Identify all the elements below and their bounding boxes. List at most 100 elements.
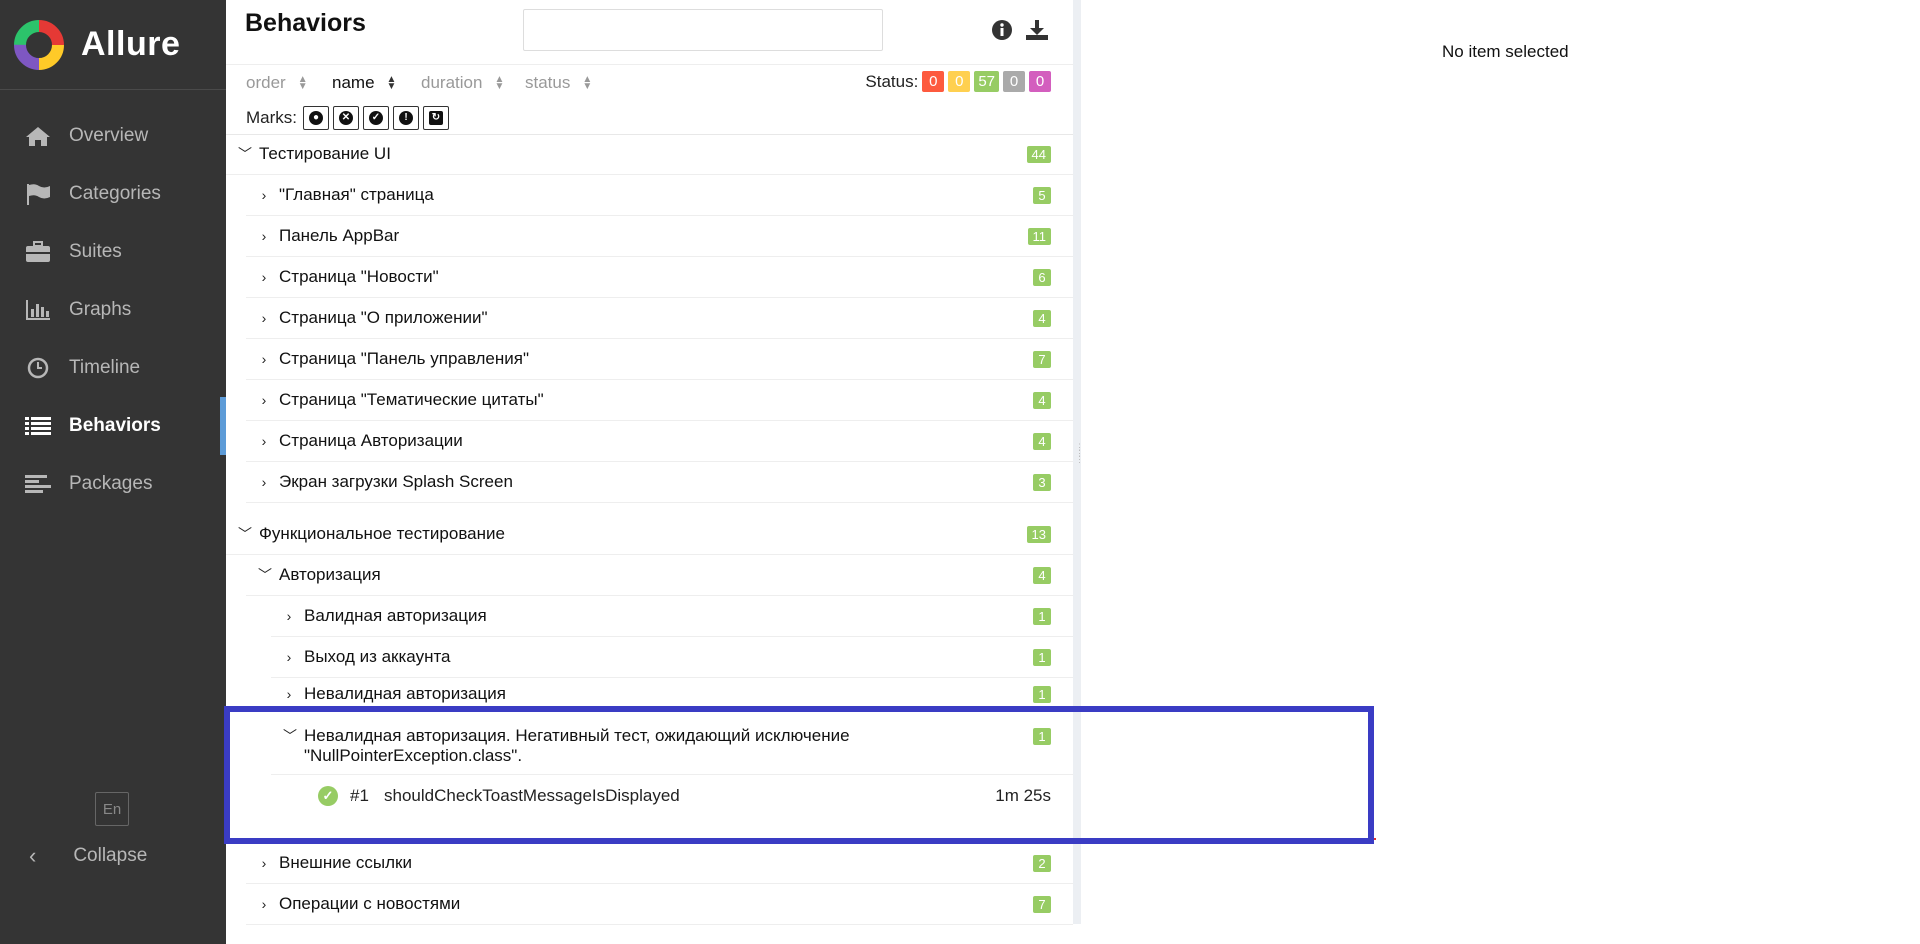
tree-row[interactable]: › Страница "Панель управления" 7 [246,339,1073,380]
count-badge: 1 [1033,607,1051,625]
tree-row[interactable]: ﹀ Авторизация 4 [246,555,1073,596]
sidebar-item-timeline[interactable]: Timeline [0,339,226,397]
chevron-right-icon: › [261,855,267,871]
sidebar: Allure Overview Categories Suites Graphs [0,0,226,944]
chevron-right-icon: › [261,310,267,326]
tree-group-row[interactable]: ﹀ Функциональное тестирование 13 [226,514,1073,555]
flag-icon [23,182,53,206]
status-failed-toggle[interactable]: 0 [922,71,945,92]
count-badge: 2 [1033,854,1051,872]
marks-toggles: ● ✕ ✓ ! ↻ [303,106,453,130]
tree-row[interactable]: › Операции с новостями 7 [246,884,1073,925]
count-badge: 7 [1033,350,1051,368]
chevron-right-icon: › [261,187,267,203]
tree-row[interactable]: › Выход из аккаунта 1 [271,637,1073,678]
status-passed-toggle[interactable]: 57 [974,71,999,92]
mark-new-failed-toggle[interactable]: ✕ [333,106,359,130]
count-badge: 11 [1027,227,1051,245]
mark-new-broken-toggle[interactable]: ! [393,106,419,130]
count-badge: 3 [1033,473,1051,491]
bomb-icon: ● [309,111,323,125]
sidebar-item-label: Behaviors [69,415,161,436]
row-label: Операции с новостями [279,894,461,913]
sidebar-item-label: Graphs [69,299,132,320]
selection-underline [230,838,1376,840]
row-label: Внешние ссылки [279,853,412,872]
tree-row-expanded[interactable]: ﹀ Невалидная авторизация. Негативный тес… [271,722,1073,775]
pane-header: Behaviors [226,0,1073,65]
count-badge: 4 [1033,566,1051,584]
tree-row[interactable]: › Невалидная авторизация 1 [271,678,1073,711]
count-badge: 4 [1033,432,1051,450]
page-title: Behaviors [245,9,366,37]
tree-row[interactable]: › Валидная авторизация 1 [271,596,1073,637]
sidebar-nav: Overview Categories Suites Graphs Timeli… [0,107,226,513]
status-skipped-toggle[interactable]: 0 [1003,71,1025,92]
sort-status-label: status [525,73,571,92]
sort-arrows-icon: ▲ ▼ [494,74,505,92]
sort-duration[interactable]: duration ▲ ▼ [421,73,504,93]
status-unknown-toggle[interactable]: 0 [1029,71,1051,92]
chevron-right-icon: › [286,649,292,665]
row-label: Панель AppBar [279,226,400,245]
chevron-right-icon: › [286,608,292,624]
test-name: shouldCheckToastMessageIsDisplayed [384,786,680,805]
count-badge: 13 [1026,525,1051,543]
group-label: Функциональное тестирование [259,524,505,543]
sidebar-item-graphs[interactable]: Graphs [0,281,226,339]
tree-row[interactable]: › Страница Авторизации 4 [246,421,1073,462]
sidebar-item-categories[interactable]: Categories [0,165,226,223]
list-icon [23,414,53,438]
sort-name-label: name [332,73,375,92]
status-filter: Status: 0 0 57 0 0 [865,71,1051,92]
chevron-down-icon: ﹀ [238,526,252,542]
row-label: Авторизация [279,565,381,584]
tree-row[interactable]: › Страница "О приложении" 4 [246,298,1073,339]
pane-resize-handle[interactable]: ⋮ ⋮ ⋮ [1073,0,1084,924]
count-badge: 1 [1033,648,1051,666]
check-circle-icon: ✓ [369,111,383,125]
sidebar-item-packages[interactable]: Packages [0,455,226,513]
allure-logo-icon [14,19,64,70]
chevron-right-icon: › [261,474,267,490]
row-label: "Главная" страница [279,185,434,204]
download-icon[interactable] [1024,17,1050,43]
marks-label: Marks: [246,108,297,127]
search-input[interactable] [523,9,883,51]
passed-check-icon: ✓ [318,786,338,806]
sidebar-item-overview[interactable]: Overview [0,107,226,165]
chevron-right-icon: › [261,269,267,285]
empty-state-text: No item selected [1442,42,1569,61]
tree-row[interactable]: › Панель AppBar 11 [246,216,1073,257]
sort-name[interactable]: name ▲ ▼ [332,73,396,93]
info-icon[interactable] [989,17,1015,43]
mark-flaky-toggle[interactable]: ● [303,106,329,130]
chevron-right-icon: › [261,392,267,408]
exclamation-circle-icon: ! [399,111,413,125]
status-broken-toggle[interactable]: 0 [948,71,971,92]
collapse-button[interactable]: ‹ Collapse [0,838,147,874]
tree-row[interactable]: › Страница "Новости" 6 [246,257,1073,298]
sidebar-item-behaviors[interactable]: Behaviors [0,397,226,455]
brand[interactable]: Allure [0,0,226,90]
row-label: Страница "Новости" [279,267,439,286]
tree-row[interactable]: › Внешние ссылки 2 [246,843,1073,884]
tree-row[interactable]: › Страница "Тематические цитаты" 4 [246,380,1073,421]
sort-order[interactable]: order ▲ ▼ [246,73,308,93]
sort-status[interactable]: status ▲ ▼ [525,73,592,93]
count-badge: 1 [1033,728,1051,745]
sidebar-item-suites[interactable]: Suites [0,223,226,281]
test-number: #1 [350,786,369,805]
mark-retries-toggle[interactable]: ↻ [423,106,449,130]
test-case-row[interactable]: ✓ #1 shouldCheckToastMessageIsDisplayed … [226,774,1073,818]
chevron-down-icon: ﹀ [258,567,272,583]
language-button[interactable]: En [95,792,129,826]
chevron-right-icon: › [261,228,267,244]
tree-row[interactable]: › Экран загрузки Splash Screen 3 [246,462,1073,503]
collapse-label: Collapse [73,845,148,866]
row-label: Страница "О приложении" [279,308,488,327]
tree-group-row[interactable]: ﹀ Тестирование UI 44 [226,134,1073,175]
tree-row[interactable]: › "Главная" страница 5 [246,175,1073,216]
mark-new-passed-toggle[interactable]: ✓ [363,106,389,130]
sidebar-item-label: Timeline [69,357,141,378]
